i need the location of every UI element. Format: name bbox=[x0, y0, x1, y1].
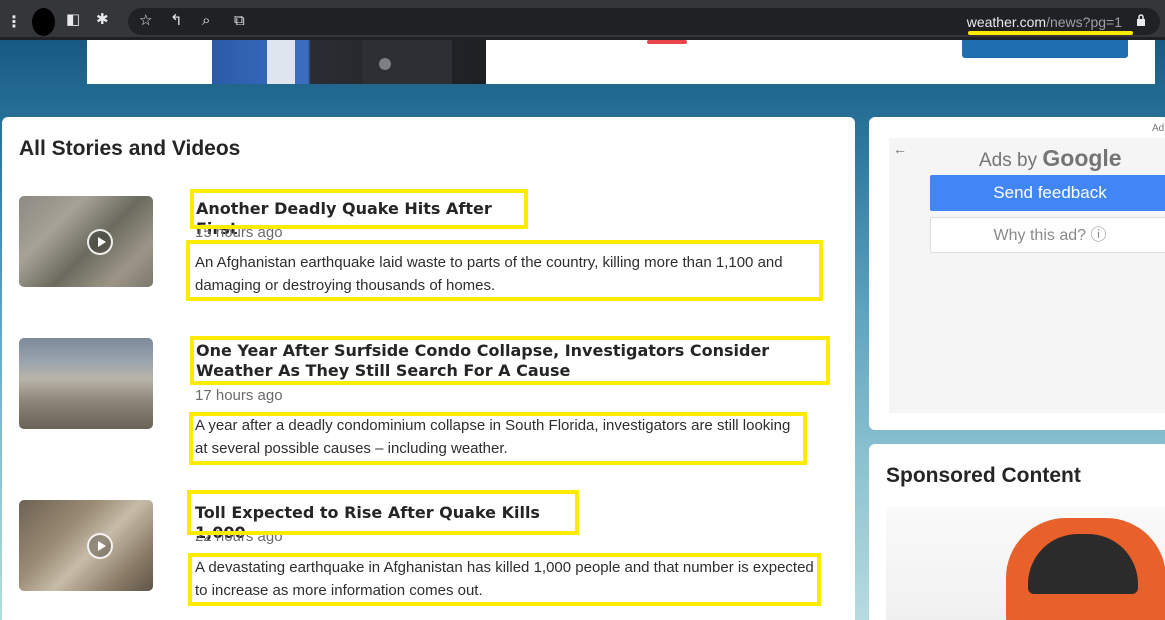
sponsored-car bbox=[1006, 518, 1165, 620]
browser-toolbar: ⋮ ◧ ✱ ☆ ↰ ⌕ ⧉ weather.com/news?pg=1 bbox=[0, 0, 1165, 40]
story-headline[interactable]: One Year After Surfside Condo Collapse, … bbox=[196, 341, 826, 381]
story-description[interactable]: An Afghanistan earthquake laid waste to … bbox=[195, 251, 820, 297]
ads-by-google-label: Ads by Google bbox=[979, 145, 1122, 172]
banner-person bbox=[362, 40, 452, 84]
back-arrow-icon[interactable]: ← bbox=[893, 141, 907, 157]
story-timestamp: 17 hours ago bbox=[195, 387, 283, 404]
profile-icon[interactable] bbox=[32, 8, 55, 36]
menu-dots-icon[interactable]: ⋮ bbox=[6, 12, 22, 32]
send-feedback-button[interactable]: Send feedback bbox=[930, 175, 1165, 211]
sponsored-image[interactable] bbox=[886, 506, 1165, 620]
cast-icon[interactable]: ⧉ bbox=[234, 12, 245, 30]
banner-image[interactable] bbox=[212, 40, 486, 84]
sponsored-card: Sponsored Content bbox=[869, 444, 1165, 620]
banner-tower bbox=[267, 40, 295, 84]
car-window bbox=[1028, 534, 1138, 594]
sidebar-icon[interactable]: ◧ bbox=[66, 11, 80, 29]
extensions-icon[interactable]: ✱ bbox=[96, 11, 109, 29]
google-ad-panel: Ad ← Ads by Google Send feedback Why thi… bbox=[869, 117, 1165, 430]
why-this-ad-button[interactable]: Why this ad? ⓘ bbox=[930, 217, 1165, 253]
share-icon[interactable]: ↰ bbox=[170, 12, 183, 30]
play-icon[interactable] bbox=[87, 533, 113, 559]
story-thumbnail[interactable] bbox=[19, 338, 153, 429]
bookmark-star-icon[interactable]: ☆ bbox=[139, 12, 152, 30]
url-path: /news?pg=1 bbox=[1046, 14, 1122, 30]
url-domain: weather.com bbox=[966, 14, 1047, 30]
stories-card: All Stories and Videos Another Deadly Qu… bbox=[2, 117, 855, 620]
url-highlight-underline bbox=[968, 31, 1133, 35]
story-description[interactable]: A devastating earthquake in Afghanistan … bbox=[195, 556, 815, 602]
lock-icon bbox=[1137, 14, 1145, 26]
story-description[interactable]: A year after a deadly condominium collap… bbox=[195, 414, 800, 460]
top-ad-banner[interactable] bbox=[87, 40, 1155, 84]
url-text[interactable]: weather.com/news?pg=1 bbox=[967, 14, 1122, 30]
banner-logo-mark bbox=[647, 40, 687, 44]
ad-marker[interactable]: Ad bbox=[1152, 123, 1164, 134]
sponsored-title: Sponsored Content bbox=[886, 464, 1081, 487]
stories-title: All Stories and Videos bbox=[19, 137, 241, 160]
google-logo: Google bbox=[1042, 145, 1122, 171]
story-thumbnail[interactable] bbox=[19, 196, 153, 287]
play-icon[interactable] bbox=[87, 229, 113, 255]
banner-watch bbox=[379, 58, 391, 70]
story-timestamp: 15 hours ago bbox=[195, 224, 283, 241]
banner-cta-button[interactable] bbox=[962, 40, 1128, 58]
story-timestamp: 22 hours ago bbox=[195, 528, 283, 545]
story-thumbnail[interactable] bbox=[19, 500, 153, 591]
ads-by-text: Ads by bbox=[979, 150, 1038, 171]
search-zoom-icon[interactable]: ⌕ bbox=[202, 12, 210, 30]
